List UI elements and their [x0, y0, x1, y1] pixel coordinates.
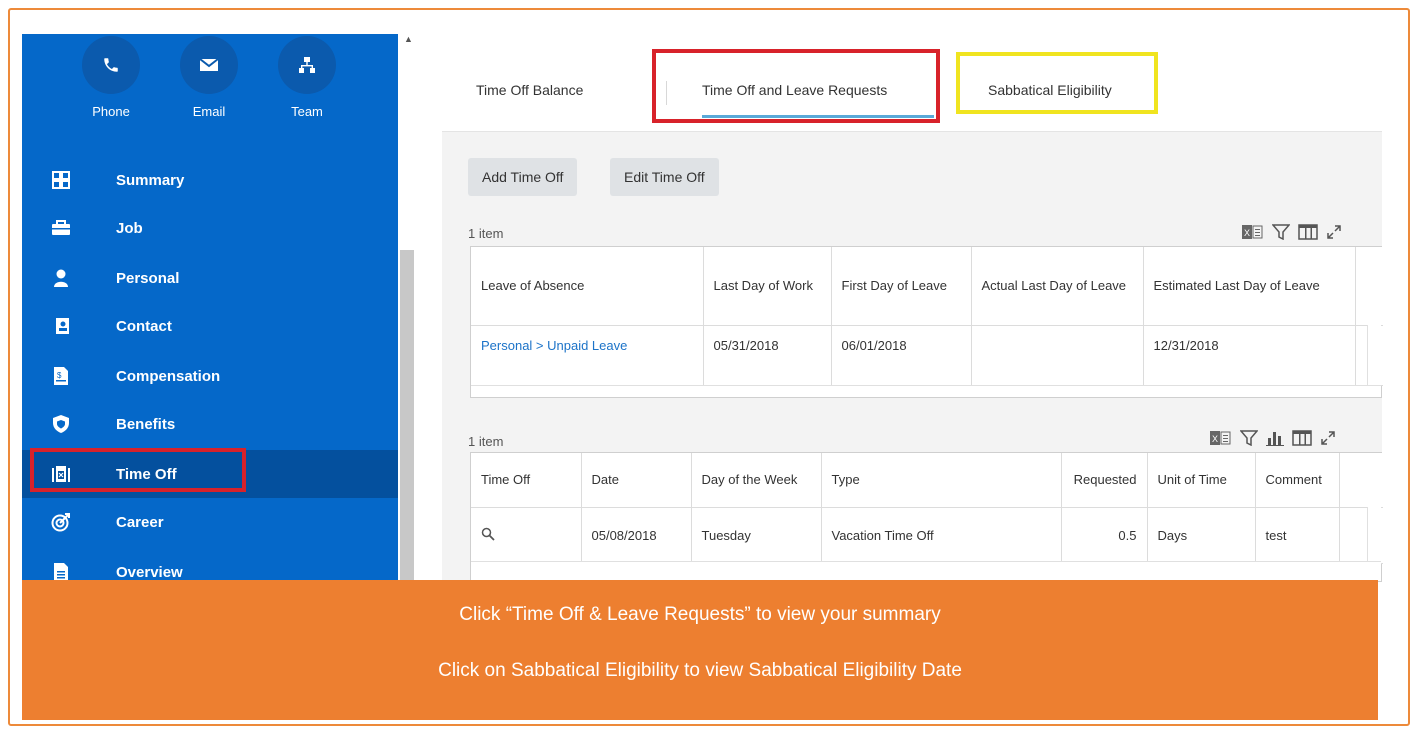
column-header[interactable]: Leave of Absence: [471, 247, 704, 326]
instruction-banner: Click “Time Off & Leave Requests” to vie…: [22, 580, 1378, 720]
leave-table-toolbar: X: [1242, 224, 1342, 240]
time-off-highlight-box: [30, 448, 246, 492]
svg-text:$: $: [57, 371, 62, 380]
svg-text:X: X: [1244, 228, 1250, 238]
phone-icon: [82, 36, 140, 94]
quick-action-email[interactable]: Email: [174, 36, 244, 119]
document-money-icon: $: [50, 365, 72, 387]
quick-action-team[interactable]: Team: [272, 36, 342, 119]
table-cell: 0.5: [1061, 507, 1148, 564]
sidebar-scroll-thumb[interactable]: [400, 250, 414, 582]
column-header[interactable]: Day of the Week: [691, 453, 822, 508]
sabbatical-tab-highlight-box: [956, 52, 1158, 114]
sidebar-item-overview[interactable]: Overview: [22, 548, 398, 582]
table-cell: 06/01/2018: [831, 325, 972, 386]
column-header[interactable]: Time Off: [471, 453, 582, 508]
leave-of-absence-link[interactable]: Personal > Unpaid Leave: [471, 325, 704, 386]
table-cell: [971, 325, 1144, 386]
table-cell: 05/08/2018: [581, 507, 692, 564]
expand-icon[interactable]: [1326, 224, 1342, 240]
svg-text:X: X: [1212, 434, 1218, 444]
columns-icon[interactable]: [1292, 430, 1312, 446]
quick-action-label: Team: [291, 104, 323, 119]
leave-table: Leave of Absence Last Day of Work First …: [470, 246, 1383, 398]
column-header[interactable]: First Day of Leave: [831, 247, 972, 326]
sidebar-item-job[interactable]: Job: [22, 204, 398, 252]
column-header[interactable]: Comment: [1255, 453, 1340, 508]
columns-icon[interactable]: [1298, 224, 1318, 240]
summary-icon: [50, 169, 72, 191]
worker-sidebar: Phone Email Team Summary Job Personal Co…: [22, 34, 398, 582]
requests-tab-highlight-box: [652, 49, 940, 123]
email-icon: [180, 36, 238, 94]
column-header[interactable]: Unit of Time: [1147, 453, 1256, 508]
document-icon: [50, 561, 72, 582]
sidebar-item-label: Contact: [116, 317, 172, 335]
sidebar-item-label: Career: [116, 513, 164, 531]
table-cell: test: [1255, 507, 1340, 564]
sidebar-item-benefits[interactable]: Benefits: [22, 400, 398, 448]
filter-icon[interactable]: [1240, 430, 1258, 446]
time-off-table-vscroll[interactable]: [1367, 507, 1381, 563]
sidebar-item-label: Personal: [116, 269, 180, 287]
sidebar-item-summary[interactable]: Summary: [22, 156, 398, 204]
sidebar-item-career[interactable]: Career: [22, 498, 398, 546]
column-header-spacer: [1339, 453, 1383, 508]
time-off-table: Time Off Date Day of the Week Type Reque…: [470, 452, 1383, 582]
shield-icon: [50, 413, 72, 435]
briefcase-icon: [50, 217, 72, 239]
leave-item-count: 1 item: [468, 226, 504, 241]
table-cell: 05/31/2018: [703, 325, 832, 386]
table-cell: 12/31/2018: [1143, 325, 1356, 386]
chart-icon[interactable]: [1266, 430, 1284, 446]
quick-action-phone[interactable]: Phone: [76, 36, 146, 119]
sidebar-scrollbar[interactable]: ▲: [398, 34, 418, 582]
table-cell: Tuesday: [691, 507, 822, 564]
sidebar-item-label: Compensation: [116, 367, 221, 385]
column-header[interactable]: Actual Last Day of Leave: [971, 247, 1144, 326]
tab-time-off-balance[interactable]: Time Off Balance: [476, 82, 583, 98]
quick-action-label: Phone: [92, 104, 130, 119]
view-details-cell[interactable]: [471, 507, 582, 564]
table-row: Personal > Unpaid Leave 05/31/2018 06/01…: [471, 325, 1383, 386]
target-icon: [50, 511, 72, 533]
column-header[interactable]: Date: [581, 453, 692, 508]
column-header-spacer: [1355, 247, 1383, 326]
leave-table-hscroll[interactable]: [471, 385, 1381, 397]
edit-time-off-button[interactable]: Edit Time Off: [610, 158, 719, 196]
sidebar-item-label: Benefits: [116, 415, 176, 433]
filter-icon[interactable]: [1272, 224, 1290, 240]
expand-icon[interactable]: [1320, 430, 1336, 446]
column-header[interactable]: Last Day of Work: [703, 247, 832, 326]
sidebar-item-personal[interactable]: Personal: [22, 254, 398, 302]
time-off-table-hscroll[interactable]: [471, 561, 1381, 573]
sidebar-item-compensation[interactable]: $ Compensation: [22, 352, 398, 400]
leave-table-vscroll[interactable]: [1367, 325, 1381, 387]
contact-card-icon: [50, 315, 72, 337]
column-header[interactable]: Estimated Last Day of Leave: [1143, 247, 1356, 326]
instruction-line-2: Click on Sabbatical Eligibility to view …: [438, 660, 962, 681]
scroll-up-icon[interactable]: ▲: [404, 34, 413, 44]
sidebar-item-label: Job: [116, 219, 143, 237]
requests-content: Add Time Off Edit Time Off 1 item X Leav…: [442, 132, 1383, 582]
team-icon: [278, 36, 336, 94]
quick-action-label: Email: [192, 104, 226, 119]
sidebar-item-contact[interactable]: Contact: [22, 302, 398, 350]
magnifier-icon[interactable]: [481, 527, 495, 544]
sidebar-item-label: Overview: [116, 563, 183, 581]
table-row: 05/08/2018 Tuesday Vacation Time Off 0.5…: [471, 507, 1383, 564]
column-header[interactable]: Type: [821, 453, 1062, 508]
time-off-table-toolbar: X: [1210, 430, 1336, 446]
table-cell: Days: [1147, 507, 1256, 564]
time-off-item-count: 1 item: [468, 434, 504, 449]
table-cell: Vacation Time Off: [821, 507, 1062, 564]
add-time-off-button[interactable]: Add Time Off: [468, 158, 578, 196]
sidebar-item-label: Summary: [116, 171, 185, 189]
instruction-line-1: Click “Time Off & Leave Requests” to vie…: [459, 604, 941, 625]
export-excel-icon[interactable]: X: [1242, 224, 1264, 240]
export-excel-icon[interactable]: X: [1210, 430, 1232, 446]
column-header[interactable]: Requested: [1061, 453, 1148, 508]
person-icon: [50, 267, 72, 289]
